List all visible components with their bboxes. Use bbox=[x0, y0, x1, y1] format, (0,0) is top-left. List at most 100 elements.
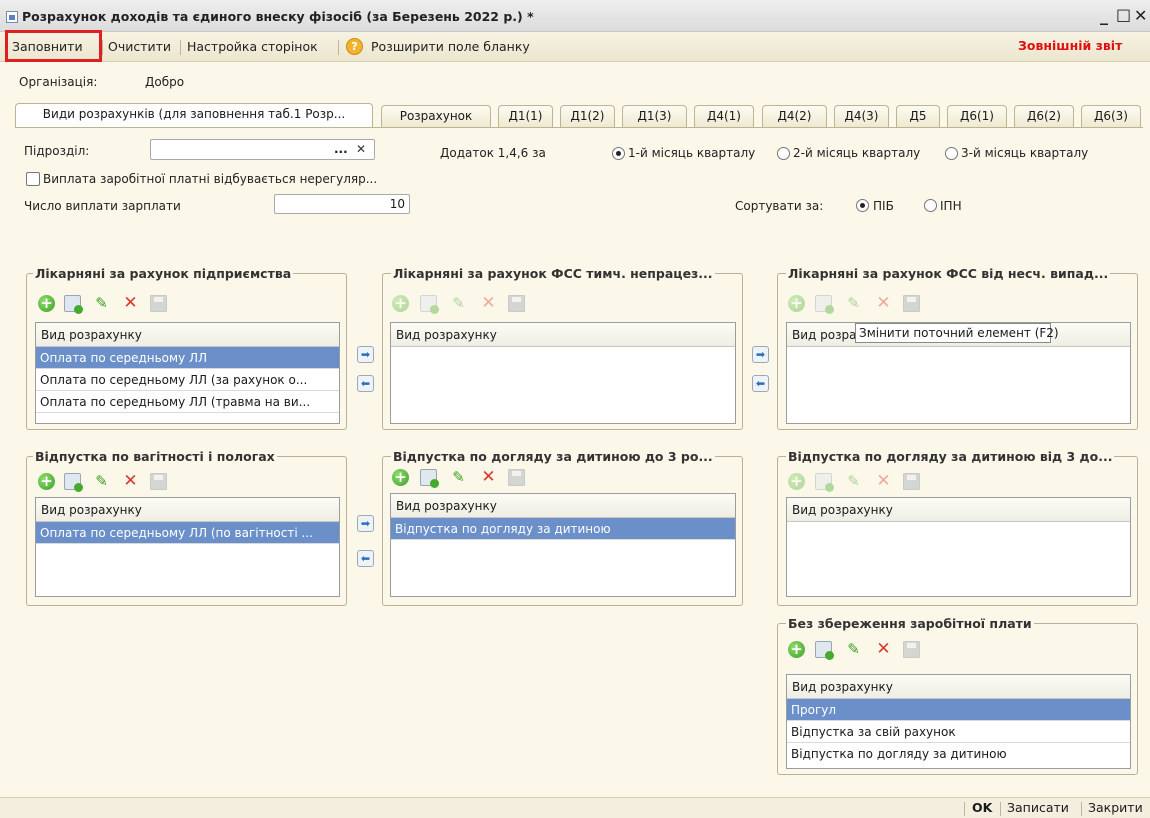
tab-d6-1[interactable]: Д6(1) bbox=[947, 105, 1007, 127]
clear-button[interactable]: Очистити bbox=[108, 32, 171, 62]
add-icon[interactable]: + bbox=[788, 641, 805, 658]
subdivision-label: Підрозділ: bbox=[24, 144, 90, 158]
tab-d4-3[interactable]: Д4(3) bbox=[834, 105, 889, 127]
tab-d5[interactable]: Д5 bbox=[896, 105, 940, 127]
edit-icon[interactable]: ✎ bbox=[845, 641, 862, 658]
close-button[interactable]: Закрити bbox=[1088, 800, 1143, 815]
save-button[interactable]: Записати bbox=[1007, 800, 1069, 815]
addendum-label: Додаток 1,4,6 за bbox=[440, 146, 546, 160]
add-icon: + bbox=[392, 295, 409, 312]
calc-table[interactable]: Вид розрахунку bbox=[786, 497, 1131, 597]
calc-table[interactable]: Вид розрахунку Оплата по середньому ЛЛ (… bbox=[35, 497, 340, 597]
month1-radio[interactable] bbox=[612, 147, 625, 160]
ok-button[interactable]: OK bbox=[972, 800, 992, 815]
footer-separator bbox=[964, 802, 965, 816]
toolbar: Заповнити Очистити Настройка сторінок Ро… bbox=[0, 32, 1150, 62]
table-row[interactable]: Оплата по середньому ЛЛ bbox=[36, 347, 339, 369]
copy-icon[interactable] bbox=[64, 295, 83, 314]
tab-calculation[interactable]: Розрахунок bbox=[381, 105, 491, 127]
toolbar-separator bbox=[338, 40, 339, 55]
org-value[interactable]: Добро bbox=[145, 75, 184, 89]
save-icon bbox=[903, 473, 920, 490]
copy-icon[interactable] bbox=[420, 469, 439, 488]
column-header: Вид розрахунку bbox=[787, 675, 1130, 699]
table-row[interactable]: Відпустка по догляду за дитиною bbox=[391, 518, 735, 540]
copy-icon[interactable] bbox=[815, 641, 834, 660]
calc-table[interactable]: Вид розрахунку bbox=[390, 322, 736, 424]
table-row[interactable]: Оплата по середньому ЛЛ (за рахунок о... bbox=[36, 369, 339, 391]
org-label: Організація: bbox=[19, 75, 98, 89]
save-icon bbox=[903, 641, 920, 658]
edit-icon[interactable]: ✎ bbox=[450, 469, 467, 486]
subdivision-clear-button[interactable]: ✕ bbox=[356, 142, 366, 156]
add-icon[interactable]: + bbox=[392, 469, 409, 486]
tab-d4-1[interactable]: Д4(1) bbox=[694, 105, 754, 127]
month2-label[interactable]: 2-й місяць кварталу bbox=[793, 146, 920, 160]
tab-d6-3[interactable]: Д6(3) bbox=[1081, 105, 1141, 127]
move-right-arrow-icon[interactable]: ➡ bbox=[357, 515, 374, 532]
tab-d1-2[interactable]: Д1(2) bbox=[560, 105, 615, 127]
column-header: Вид розрахунку bbox=[36, 323, 339, 347]
sort-pib-radio[interactable] bbox=[856, 199, 869, 212]
add-icon[interactable]: + bbox=[38, 473, 55, 490]
group-title: Лікарняні за рахунок ФСС тимч. непрацез.… bbox=[391, 266, 715, 281]
irregular-payout-checkbox[interactable] bbox=[26, 172, 40, 186]
tab-d4-2[interactable]: Д4(2) bbox=[762, 105, 827, 127]
move-right-arrow-icon[interactable]: ➡ bbox=[357, 346, 374, 363]
move-left-arrow-icon[interactable]: ⬅ bbox=[752, 375, 769, 392]
delete-icon[interactable]: ✕ bbox=[875, 641, 892, 658]
tab-d1-1[interactable]: Д1(1) bbox=[498, 105, 553, 127]
fill-button-highlight bbox=[5, 30, 102, 62]
tab-d6-2[interactable]: Д6(2) bbox=[1014, 105, 1074, 127]
page-setup-button[interactable]: Настройка сторінок bbox=[187, 32, 318, 62]
move-left-arrow-icon[interactable]: ⬅ bbox=[357, 375, 374, 392]
irregular-payout-label[interactable]: Виплата заробітної платні відбувається н… bbox=[43, 172, 377, 186]
table-row[interactable]: Оплата по середньому ЛЛ (травма на ви... bbox=[36, 391, 339, 413]
table-row[interactable]: Прогул bbox=[787, 699, 1130, 721]
group-title: Відпустка по догляду за дитиною до 3 ро.… bbox=[391, 449, 715, 464]
move-left-arrow-icon[interactable]: ⬅ bbox=[357, 550, 374, 567]
calc-table[interactable]: Вид розрахунку Прогул Відпустка за свій … bbox=[786, 674, 1131, 769]
tab-calc-types[interactable]: Види розрахунків (для заповнення таб.1 Р… bbox=[15, 103, 373, 127]
footer-separator bbox=[1000, 802, 1001, 816]
table-row[interactable]: Відпустка за свій рахунок bbox=[787, 721, 1130, 743]
delete-icon[interactable]: ✕ bbox=[480, 469, 497, 486]
delete-icon[interactable]: ✕ bbox=[122, 473, 139, 490]
month1-label[interactable]: 1-й місяць кварталу bbox=[628, 146, 755, 160]
tab-d1-3[interactable]: Д1(3) bbox=[622, 105, 687, 127]
group-title: Відпустка по вагітності і пологах bbox=[33, 449, 277, 464]
help-icon[interactable]: ? bbox=[346, 38, 363, 55]
month3-radio[interactable] bbox=[945, 147, 958, 160]
calc-table[interactable]: Вид розрахунку Відпустка по догляду за д… bbox=[390, 493, 736, 597]
edit-icon[interactable]: ✎ bbox=[93, 295, 110, 312]
month3-label[interactable]: 3-й місяць кварталу bbox=[961, 146, 1088, 160]
copy-icon[interactable] bbox=[64, 473, 83, 492]
month2-radio[interactable] bbox=[777, 147, 790, 160]
add-icon[interactable]: + bbox=[38, 295, 55, 312]
group-title: Без збереження заробітної плати bbox=[786, 616, 1034, 631]
close-window-button[interactable]: ✕ bbox=[1134, 6, 1147, 25]
payout-count-input[interactable]: 10 bbox=[274, 194, 410, 214]
tab-underline bbox=[15, 127, 1143, 128]
expand-form-button[interactable]: Розширити поле бланку bbox=[371, 32, 530, 62]
table-row[interactable]: Оплата по середньому ЛЛ (по вагітності .… bbox=[36, 522, 339, 544]
calc-table[interactable]: Вид розрахунку Оплата по середньому ЛЛ О… bbox=[35, 322, 340, 424]
group-title: Відпустка по догляду за дитиною від 3 до… bbox=[786, 449, 1115, 464]
delete-icon[interactable]: ✕ bbox=[122, 295, 139, 312]
sort-pib-label[interactable]: ПІБ bbox=[873, 199, 894, 213]
save-icon bbox=[508, 295, 525, 312]
window-title: Розрахунок доходів та єдиного внеску фіз… bbox=[22, 9, 534, 24]
save-icon bbox=[150, 295, 167, 312]
table-row[interactable]: Відпустка по догляду за дитиною bbox=[787, 743, 1130, 765]
maximize-button[interactable]: □ bbox=[1116, 5, 1131, 24]
minimize-button[interactable]: _ bbox=[1100, 6, 1108, 25]
subdivision-select-button[interactable]: ... bbox=[334, 142, 348, 156]
edit-icon[interactable]: ✎ bbox=[93, 473, 110, 490]
move-right-arrow-icon[interactable]: ➡ bbox=[752, 346, 769, 363]
column-header: Вид розрахунку bbox=[787, 498, 1130, 522]
column-header: Вид розрахунку bbox=[391, 323, 735, 347]
toolbar-separator bbox=[180, 40, 181, 55]
sort-ipn-label[interactable]: ІПН bbox=[940, 199, 962, 213]
sort-ipn-radio[interactable] bbox=[924, 199, 937, 212]
subdivision-input[interactable]: ... ✕ bbox=[150, 139, 375, 160]
